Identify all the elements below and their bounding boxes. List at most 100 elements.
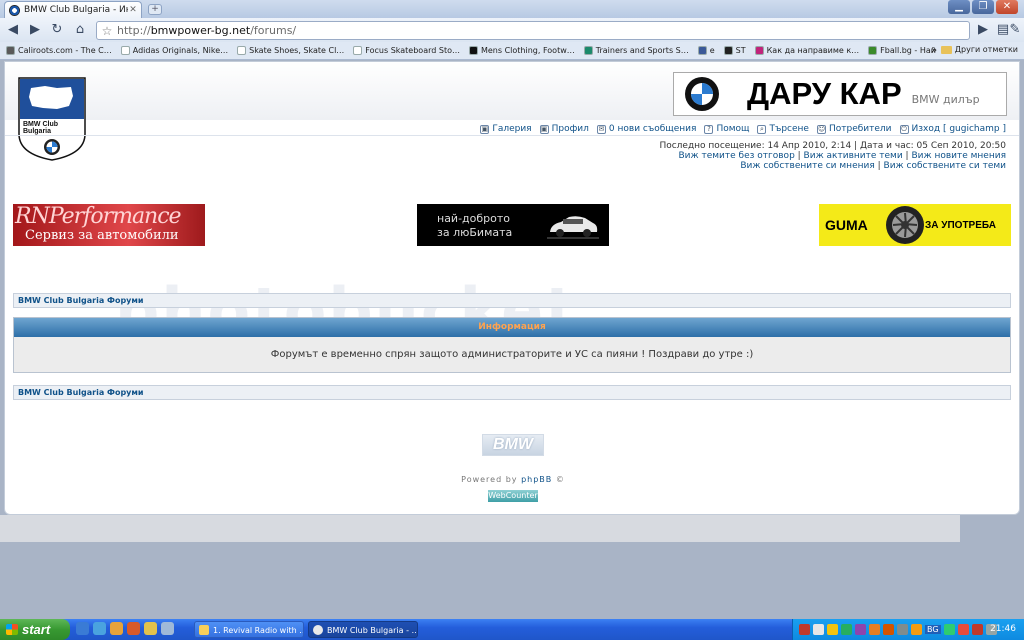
taskbar-item-radio[interactable]: 1. Revival Radio with … (194, 621, 304, 638)
nav-link[interactable]: ? Помощ (704, 124, 749, 134)
start-button[interactable]: start (0, 619, 70, 640)
new-tab-button[interactable]: + (148, 4, 162, 15)
guma-banner-subtitle: ЗА УПОТРЕБА (925, 220, 996, 231)
bookmark-label: Mens Clothing, Footw… (480, 46, 575, 55)
quick-launch (76, 622, 178, 635)
tray-icon-5[interactable] (855, 624, 866, 635)
bookmark-item[interactable]: Trainers and Sports S… (583, 46, 689, 55)
minimize-button[interactable]: ▁ (948, 0, 970, 14)
browser-toolbar: ◀ ▶ ↻ ⌂ ☆ http://bmwpower-bg.net/forums/… (0, 18, 1024, 42)
bmw-club-bulgaria-logo[interactable]: BMW Club Bulgaria (17, 76, 87, 162)
rn-performance-banner[interactable]: RNPerformance Сервиз за автомобили (13, 204, 205, 246)
close-window-button[interactable]: ✕ (996, 0, 1018, 14)
breadcrumb-top[interactable]: BMW Club Bulgaria Форуми (13, 293, 1011, 308)
language-indicator[interactable]: BG (925, 625, 941, 634)
breadcrumb-bottom[interactable]: BMW Club Bulgaria Форуми (13, 385, 1011, 400)
bookmark-item[interactable]: Adidas Originals, Nike… (120, 46, 228, 55)
tray-icon-2[interactable] (813, 624, 824, 635)
nav-link[interactable]: ✉ 0 нови съобщения (596, 124, 696, 134)
guma-banner[interactable]: GUMA ЗА УПОТРЕБА (819, 204, 1011, 246)
explorer-icon[interactable] (161, 622, 174, 635)
search-links-row-1: Виж темите без отговор | Виж активните т… (659, 151, 1006, 161)
home-icon[interactable]: ⌂ (71, 22, 89, 38)
dealer-name: ДАРУ КАР (747, 76, 902, 111)
address-url: http://bmwpower-bg.net/forums/ (117, 24, 297, 37)
bookmark-item[interactable]: ST (723, 46, 746, 55)
search-link[interactable]: Виж темите без отговор (678, 151, 794, 161)
tray-icon-7[interactable] (883, 624, 894, 635)
car-icon (547, 216, 599, 239)
bookmark-label: Fball.bg - Най-добри … (880, 46, 936, 55)
tray-icon-9[interactable] (911, 624, 922, 635)
other-bookmarks[interactable]: Други отметки (940, 45, 1018, 54)
bookmark-item[interactable]: Focus Skateboard Sto… (353, 46, 460, 55)
tray-icon-8[interactable] (897, 624, 908, 635)
bookmark-favicon-icon (868, 46, 878, 55)
bookmark-favicon-icon (353, 46, 363, 55)
tray-icon-10[interactable] (943, 624, 955, 635)
tray-icon-3[interactable] (827, 624, 838, 635)
breadcrumb-link[interactable]: BMW Club Bulgaria Форуми (18, 388, 144, 397)
mercedes-banner[interactable]: най-доброто за люБимата (417, 204, 609, 246)
breadcrumb-link[interactable]: BMW Club Bulgaria Форуми (18, 296, 144, 305)
tray-icon-11[interactable] (957, 624, 969, 635)
bookmark-item[interactable]: e (697, 46, 715, 55)
search-link[interactable]: Виж собствените си мнения (740, 161, 874, 171)
daru-car-banner[interactable]: ДАРУ КАР BMW дилър (673, 72, 1007, 116)
tray-icon-4[interactable] (841, 624, 852, 635)
bookmark-label: e (709, 46, 715, 55)
phpbb-link[interactable]: phpBB (521, 475, 552, 484)
taskbar-item-chrome[interactable]: BMW Club Bulgaria - … (308, 621, 418, 638)
dealer-subtitle: BMW дилър (911, 92, 980, 106)
logout-icon: ⏻ (899, 124, 909, 134)
webcounter-badge[interactable]: WebCounter (488, 490, 538, 502)
logo-text-2: Bulgaria (23, 128, 51, 135)
rn-banner-subtitle: Сервиз за автомобили (25, 228, 179, 243)
forward-arrow-icon[interactable]: ▶ (26, 22, 44, 38)
rn-banner-title: RNPerformance (15, 204, 182, 229)
back-arrow-icon[interactable]: ◀ (4, 22, 22, 38)
tab-close-icon[interactable]: ✕ (128, 5, 138, 15)
search-link[interactable]: Виж активните теми (804, 151, 903, 161)
nav-link[interactable]: ⌕ Търсене (757, 124, 809, 134)
search-link[interactable]: Виж собствените си теми (884, 161, 1006, 171)
media-icon[interactable] (110, 622, 123, 635)
bmw-footer-logo: BMW (482, 434, 544, 456)
ie-icon[interactable] (93, 622, 106, 635)
tray-icon-1[interactable] (799, 624, 810, 635)
bookmark-item[interactable]: Skate Shoes, Skate Cl… (237, 46, 344, 55)
show-desktop-icon[interactable] (76, 622, 89, 635)
nav-link-label: Изход [ gugichamp ] (911, 124, 1006, 134)
search-link[interactable]: Виж новите мнения (911, 151, 1006, 161)
bookmark-item[interactable]: Fball.bg - Най-добри … (868, 46, 936, 55)
bookmark-item[interactable]: Caliroots.com - The C… (6, 46, 112, 55)
nav-link[interactable]: ▣ Галерия (480, 124, 532, 134)
bookmark-label: Caliroots.com - The C… (18, 46, 112, 55)
tray-icon-6[interactable] (869, 624, 880, 635)
clock: 21:46 (990, 624, 1016, 634)
bookmark-favicon-icon (120, 46, 130, 55)
information-title: Информация (14, 318, 1010, 337)
go-arrow-icon[interactable]: ▶ (974, 22, 992, 38)
nav-link-label: Помощ (716, 124, 750, 134)
gallery-icon: ▣ (480, 124, 490, 134)
nav-link[interactable]: ⏻ Изход [ gugichamp ] (899, 124, 1006, 134)
wrench-menu-icon[interactable]: ✎ (1008, 22, 1022, 38)
bookmarks-overflow-icon[interactable]: » (931, 45, 937, 56)
chrome-icon[interactable] (144, 622, 157, 635)
maximize-button[interactable]: ❐ (972, 0, 994, 14)
tray-icon-12[interactable] (971, 624, 983, 635)
nav-link[interactable]: ▣ Профил (539, 124, 589, 134)
bookmark-item[interactable]: Mens Clothing, Footw… (468, 46, 575, 55)
nav-link[interactable]: ☺ Потребители (816, 124, 892, 134)
bookmark-star-icon[interactable]: ☆ (97, 24, 117, 38)
nav-link-label: Потребители (828, 124, 892, 134)
reload-icon[interactable]: ↻ (48, 22, 66, 38)
browser-tab[interactable]: BMW Club Bulgaria - Инфо… ✕ (4, 1, 142, 18)
powered-by: Powered by phpBB © (461, 475, 565, 484)
bookmark-favicon-icon (6, 46, 15, 55)
bookmark-favicon-icon (723, 46, 733, 55)
address-bar[interactable]: ☆ http://bmwpower-bg.net/forums/ (96, 21, 970, 40)
firefox-icon[interactable] (127, 622, 140, 635)
bookmark-item[interactable]: Как да направиме к… (754, 46, 859, 55)
